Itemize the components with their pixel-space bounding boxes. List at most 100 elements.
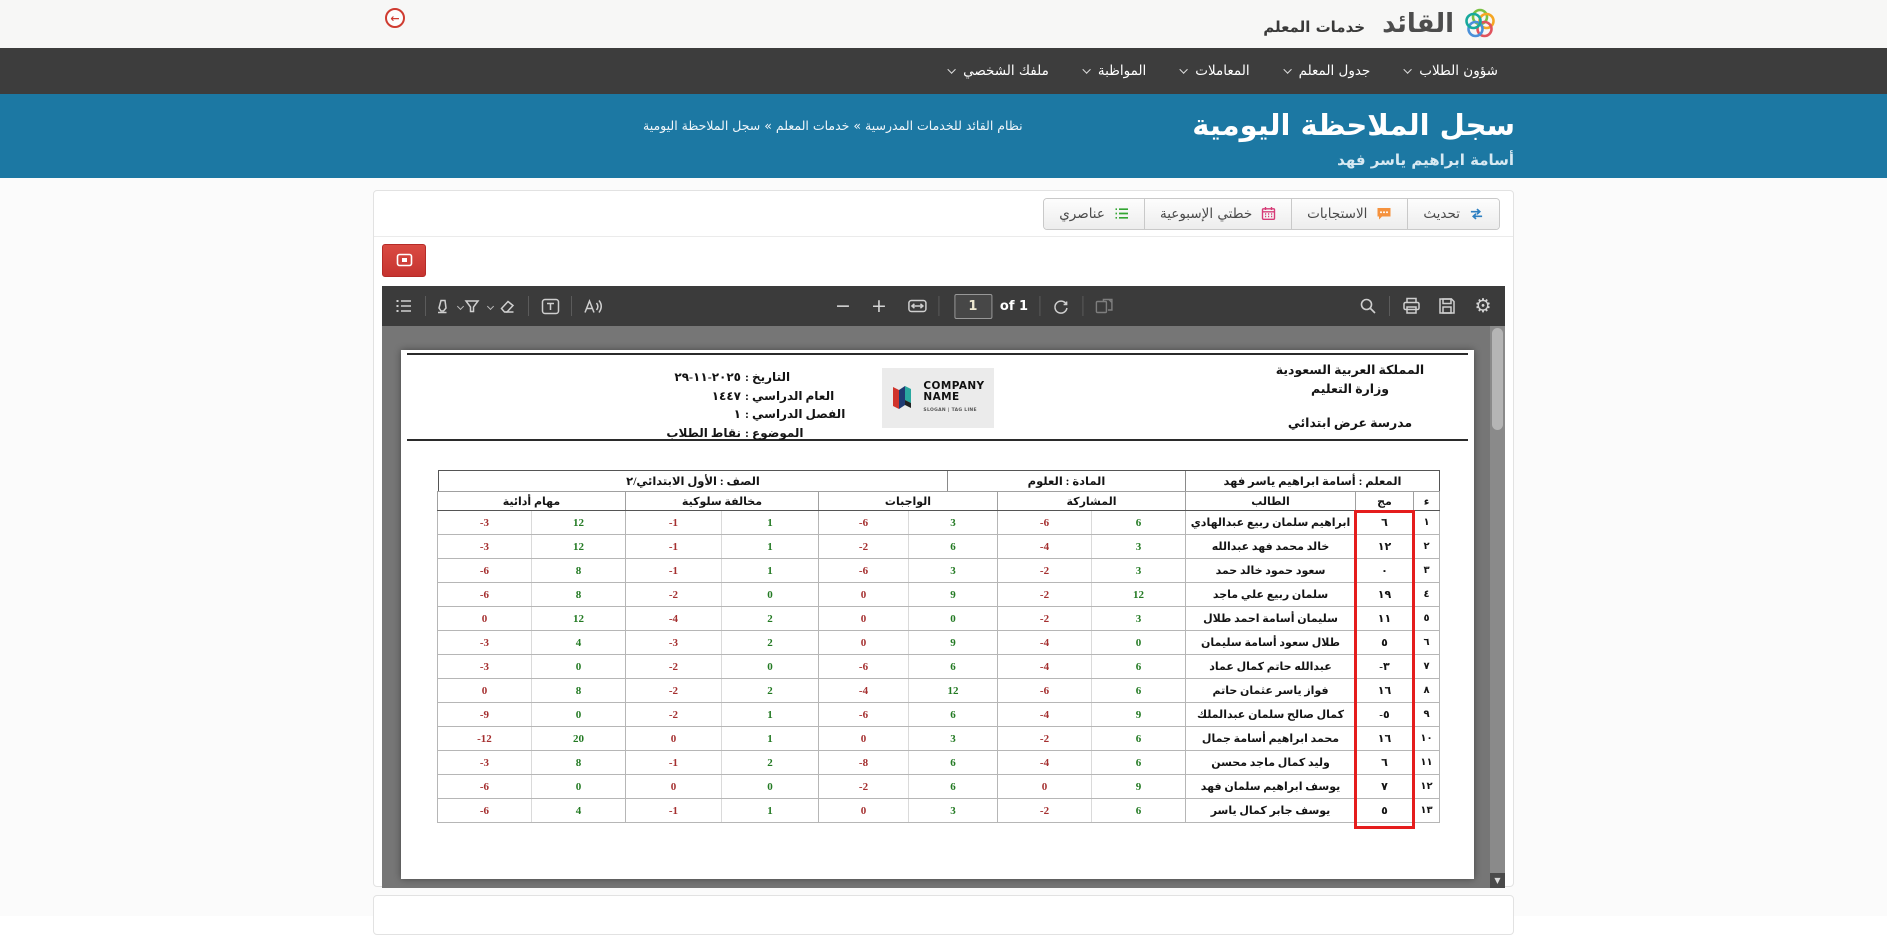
school-name: مدرسة عرض ابتدائي <box>1260 414 1440 433</box>
my-items-button[interactable]: عناصري <box>1044 199 1144 229</box>
back-button[interactable]: ← <box>385 8 405 28</box>
chevron-down-icon <box>1082 65 1090 73</box>
meta-label-date: التاريخ : <box>741 368 849 387</box>
chevron-down-icon <box>1404 65 1412 73</box>
screen-frame-icon <box>396 253 413 267</box>
text-box-icon[interactable] <box>536 292 564 320</box>
report-rows: ١٦ابراهيم سلمان ربيع عبدالهادي6-63-61-11… <box>437 511 1439 823</box>
facing-pages-icon[interactable] <box>1090 292 1118 320</box>
pdf-scrollbar[interactable]: ▼ <box>1490 326 1505 888</box>
page-subtitle: أسامة ابراهيم ياسر فهد <box>1337 151 1514 169</box>
zoom-in-icon[interactable]: + <box>865 292 893 320</box>
brand-title: القائد <box>1382 9 1454 39</box>
next-section-card <box>373 895 1514 935</box>
read-aloud-icon[interactable] <box>579 292 607 320</box>
nav-item-transactions[interactable]: المعاملات <box>1182 63 1249 79</box>
list-icon <box>1114 207 1129 220</box>
fit-width-icon[interactable] <box>903 292 931 320</box>
table-row: ٧-٣عبدالله حاتم كمال عماد6-46-60-20-3 <box>437 655 1439 679</box>
col-total: مج <box>1356 492 1414 511</box>
brand-logo-icon <box>1463 7 1497 41</box>
scrollbar-down-arrow[interactable]: ▼ <box>1490 873 1505 888</box>
nav-item-student-affairs[interactable]: شؤون الطلاب <box>1406 63 1498 79</box>
meta-value-semester: ١ <box>593 405 741 424</box>
company-logo: COMPANY NAME SLOGAN | TAG LINE <box>882 368 994 428</box>
print-icon[interactable] <box>1397 292 1425 320</box>
zoom-out-icon[interactable]: − <box>829 292 857 320</box>
report-table-header-row2: ء مج الطالب المشاركة الواجبات مخالفة سلو… <box>437 492 1439 511</box>
company-logo-text: COMPANY NAME SLOGAN | TAG LINE <box>923 381 984 416</box>
company-tagline: SLOGAN | TAG LINE <box>923 405 984 416</box>
gov-line: وزارة التعليم <box>1260 380 1440 399</box>
pdf-canvas: المملكة العربية السعودية وزارة التعليم م… <box>382 326 1505 888</box>
responses-button[interactable]: الاستجابات <box>1291 199 1407 229</box>
table-row: ٣٠سعود حمود خالد حمد3-23-61-18-6 <box>437 559 1439 583</box>
weekly-plan-label: خطتي الإسبوعية <box>1160 206 1252 222</box>
presentation-button[interactable] <box>382 244 426 277</box>
toolbar-divider <box>938 296 939 316</box>
gov-line: المملكة العربية السعودية <box>1260 361 1440 380</box>
pdf-toolbar: − + of 1 <box>382 286 1505 326</box>
toolbar-divider <box>528 296 529 316</box>
nav-item-teacher-schedule[interactable]: جدول المعلم <box>1286 63 1371 79</box>
gov-block: المملكة العربية السعودية وزارة التعليم م… <box>1260 361 1440 433</box>
col-participation: المشاركة <box>998 492 1186 511</box>
nav-item-label: ملفك الشخصي <box>963 63 1049 79</box>
page-header: سجل الملاحظة اليومية أسامة ابراهيم ياسر … <box>0 94 1887 178</box>
toolbar-divider <box>1389 296 1390 316</box>
report-table-header-row1: المعلم : أسامة ابراهيم ياسر فهد المادة :… <box>438 470 1440 491</box>
table-row: ١٢٧يوسف ابراهيم سلمان فهد906-2000-6 <box>437 775 1439 799</box>
meta-label-year: العام الدراسي : <box>741 387 849 406</box>
table-row: ٩-٥كمال صالح سلمان عبدالملك9-46-61-20-9 <box>437 703 1439 727</box>
refresh-icon <box>1469 207 1484 221</box>
breadcrumb[interactable]: نظام القائد للخدمات المدرسية » خدمات الم… <box>643 118 1023 133</box>
toolbar-divider <box>425 296 426 316</box>
report-meta: التاريخ : ٢٠٢٥-١١-٢٩ العام الدراسي : ١٤٤… <box>593 368 849 442</box>
actions-button-group: تحديث الاستجابات <box>1043 198 1500 230</box>
tools-row <box>374 237 1513 283</box>
nav-item-label: شؤون الطلاب <box>1419 63 1498 79</box>
nav-item-profile[interactable]: ملفك الشخصي <box>950 63 1049 79</box>
search-icon[interactable] <box>1354 292 1382 320</box>
nav-item-label: المعاملات <box>1195 63 1249 79</box>
save-icon[interactable] <box>1433 292 1461 320</box>
rotate-icon[interactable] <box>1047 292 1075 320</box>
col-behavior: مخالفة سلوكية <box>625 492 818 511</box>
page-title: سجل الملاحظة اليومية <box>1192 108 1515 142</box>
highlighter-icon[interactable] <box>433 292 463 320</box>
nav-item-attendance[interactable]: المواظبة <box>1085 63 1146 79</box>
brand-subtitle: خدمات المعلم <box>1263 18 1365 36</box>
organize-pages-icon[interactable] <box>390 292 418 320</box>
app-root: { "colors": { "hero_blue": "#1c78a3", "n… <box>0 0 1887 916</box>
table-row: ٤١٩سلمان ربيع علي ماجد12-2900-28-6 <box>437 583 1439 607</box>
shape-annotate-icon[interactable] <box>463 292 493 320</box>
table-row: ٥١١سليمان أسامة احمد طلال3-2002-4120 <box>437 607 1439 631</box>
meta-value-subject: نقاط الطلاب <box>593 424 741 443</box>
report-table: المعلم : أسامة ابراهيم ياسر فهد المادة :… <box>438 470 1440 823</box>
refresh-label: تحديث <box>1423 206 1460 222</box>
actions-row: تحديث الاستجابات <box>374 191 1513 237</box>
brand[interactable]: القائد خدمات المعلم <box>1263 0 1497 48</box>
weekly-plan-button[interactable]: خطتي الإسبوعية <box>1144 199 1291 229</box>
eraser-icon[interactable] <box>493 292 521 320</box>
table-row: ١٦ابراهيم سلمان ربيع عبدالهادي6-63-61-11… <box>437 511 1439 535</box>
report-header: المملكة العربية السعودية وزارة التعليم م… <box>407 353 1468 441</box>
col-performance-tasks: مهام أدائية <box>437 492 625 511</box>
nav-item-label: جدول المعلم <box>1299 63 1371 79</box>
meta-label-semester: الفصل الدراسي : <box>741 405 849 424</box>
settings-gear-icon[interactable]: ⚙ <box>1469 292 1497 320</box>
table-row: ٦٥طلال سعود أسامة سليمان0-4902-34-3 <box>437 631 1439 655</box>
pdf-toolbar-right: ⚙ <box>1354 292 1497 320</box>
refresh-button[interactable]: تحديث <box>1407 199 1499 229</box>
page-number-input[interactable] <box>954 294 992 319</box>
pdf-toolbar-center: − + of 1 <box>829 292 1118 320</box>
company-name-line1: COMPANY <box>923 381 984 392</box>
pdf-viewer: − + of 1 <box>382 286 1505 888</box>
toolbar-divider <box>1039 296 1040 316</box>
meta-value-year: ١٤٤٧ <box>593 387 741 406</box>
table-row: ١٠١٦محمد ابراهيم أسامة جمال6-2301020-12 <box>437 727 1439 751</box>
teacher-cell: المعلم : أسامة ابراهيم ياسر فهد <box>1185 471 1439 491</box>
scrollbar-thumb[interactable] <box>1492 328 1503 430</box>
top-bar: القائد خدمات المعلم ← <box>0 0 1887 48</box>
nav-item-label: المواظبة <box>1098 63 1146 79</box>
